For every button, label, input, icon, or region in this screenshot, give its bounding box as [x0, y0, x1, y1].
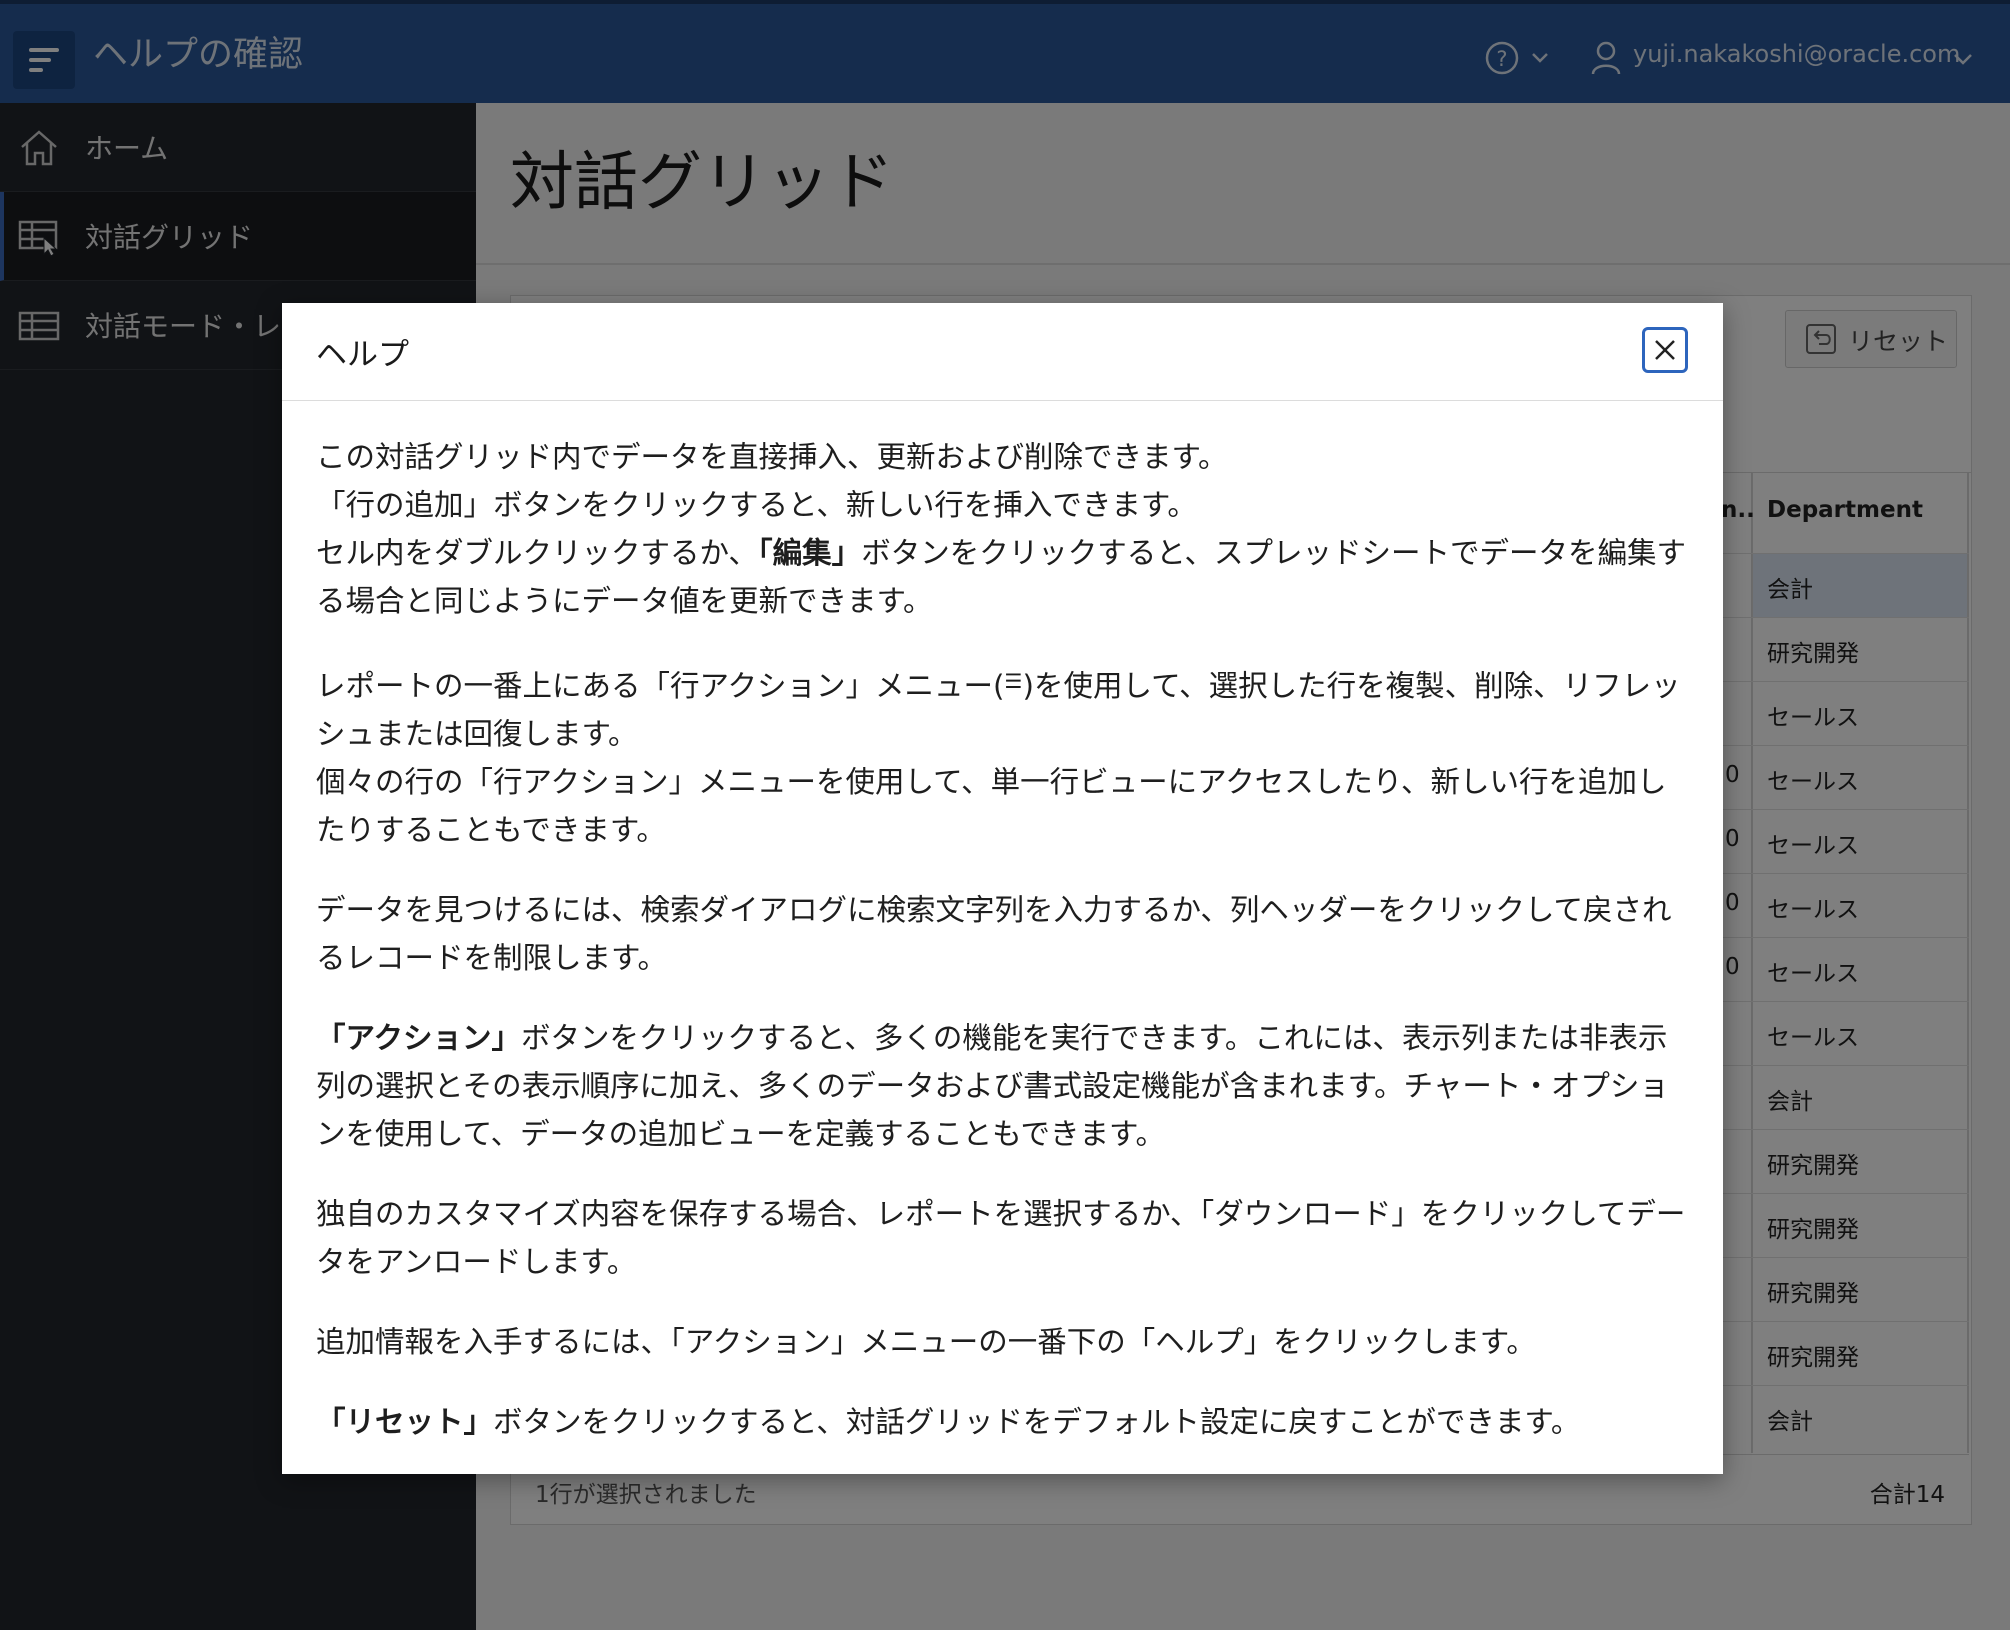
help-paragraph: 「アクション」ボタンをクリックすると、多くの機能を実行できます。これには、表示列…	[316, 1021, 1669, 1151]
dialog-header: ヘルプ	[282, 303, 1723, 401]
help-paragraph: この対話グリッド内でデータを直接挿入、更新および削除できます。 「行の追加」ボタ…	[316, 440, 1687, 618]
dialog-body: この対話グリッド内でデータを直接挿入、更新および削除できます。 「行の追加」ボタ…	[316, 433, 1686, 1478]
row-actions-menu-icon: ☰	[1004, 669, 1023, 693]
dialog-title: ヘルプ	[316, 337, 409, 373]
help-paragraph: レポートの一番上にある「行アクション」メニュー(☰)を使用して、選択した行を複製…	[316, 669, 1681, 847]
help-paragraph: 独自のカスタマイズ内容を保存する場合、レポートを選択するか、「ダウンロード」をク…	[316, 1197, 1686, 1279]
help-paragraph: 追加情報を入手するには、「アクション」メニューの一番下の「ヘルプ」をクリックしま…	[316, 1325, 1536, 1359]
help-paragraph: データを見つけるには、検索ダイアログに検索文字列を入力するか、列ヘッダーをクリッ…	[316, 893, 1672, 975]
help-paragraph: 「リセット」ボタンをクリックすると、対話グリッドをデフォルト設定に戻すことができ…	[316, 1405, 1581, 1439]
close-button[interactable]	[1642, 327, 1688, 373]
close-icon	[1655, 340, 1675, 360]
help-dialog: ヘルプ この対話グリッド内でデータを直接挿入、更新および削除できます。 「行の追…	[282, 303, 1723, 1474]
